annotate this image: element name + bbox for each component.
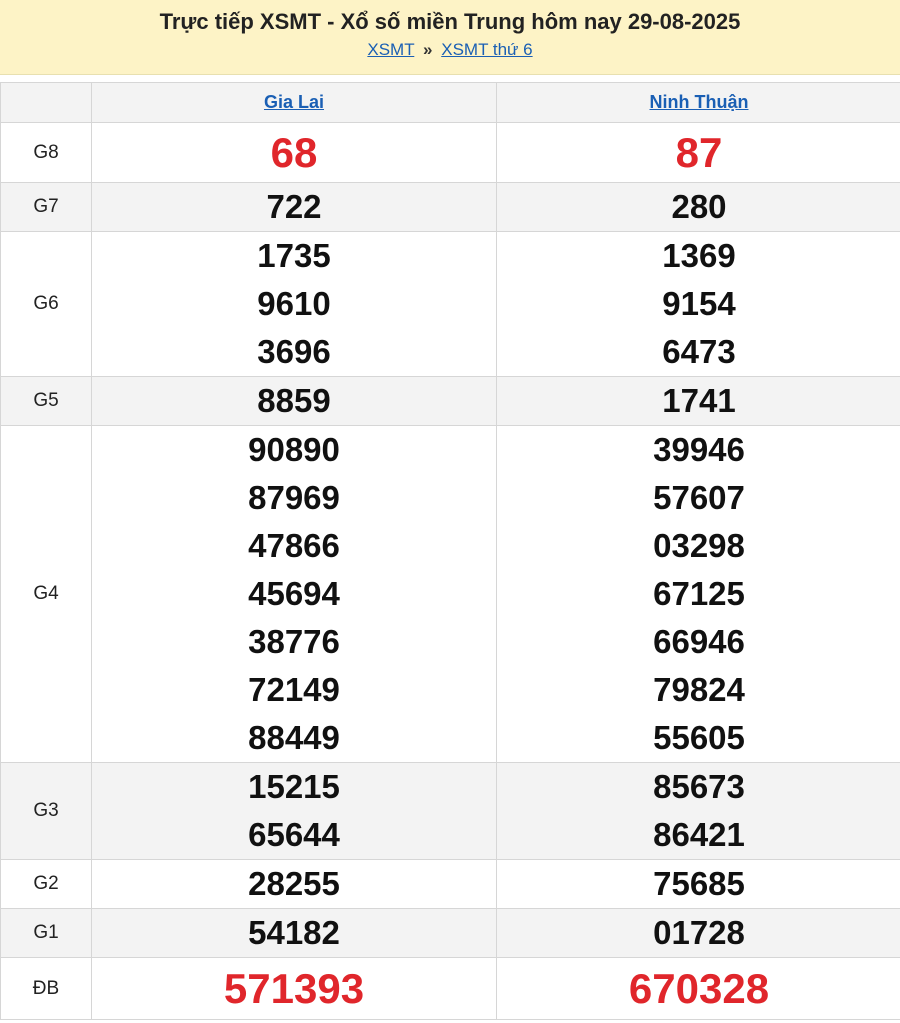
result-number: 45694 — [248, 575, 340, 612]
prize-row-g1: G1 54182 01728 — [0, 908, 900, 958]
result-number: 87 — [675, 128, 723, 176]
result-cell: 68 — [91, 122, 497, 183]
province-link-ninh-thuan[interactable]: Ninh Thuận — [650, 92, 749, 112]
result-cell: 15215 65644 — [91, 762, 497, 860]
prize-label: G1 — [0, 908, 92, 958]
result-number: 85673 — [653, 768, 745, 805]
result-cell: 01728 — [496, 908, 900, 958]
prize-row-g3: G3 15215 65644 85673 86421 — [0, 762, 900, 860]
prize-column-header — [0, 82, 92, 123]
result-cell: 1741 — [496, 376, 900, 426]
prize-row-special: ĐB 571393 670328 — [0, 957, 900, 1020]
prize-row-g4: G4 90890 87969 47866 45694 38776 72149 8… — [0, 425, 900, 763]
result-cell: 54182 — [91, 908, 497, 958]
prize-row-g2: G2 28255 75685 — [0, 859, 900, 909]
breadcrumb-xsmt-friday-link[interactable]: XSMT thứ 6 — [441, 40, 532, 59]
table-header-row: Gia Lai Ninh Thuận — [0, 82, 900, 123]
result-number: 88449 — [248, 719, 340, 756]
result-number: 57607 — [653, 479, 745, 516]
province-header-gia-lai: Gia Lai — [91, 82, 497, 123]
result-cell: 39946 57607 03298 67125 66946 79824 5560… — [496, 425, 900, 763]
result-number: 8859 — [257, 382, 331, 419]
province-header-ninh-thuan: Ninh Thuận — [496, 82, 900, 123]
result-cell: 75685 — [496, 859, 900, 909]
result-number: 47866 — [248, 527, 340, 564]
prize-label: G7 — [0, 182, 92, 232]
prize-row-g8: G8 68 87 — [0, 122, 900, 183]
result-number: 38776 — [248, 623, 340, 660]
prize-label: G8 — [0, 122, 92, 183]
province-link-gia-lai[interactable]: Gia Lai — [264, 92, 324, 112]
special-prize-number: 670328 — [628, 964, 770, 1012]
result-number: 79824 — [653, 671, 745, 708]
result-cell: 87 — [496, 122, 900, 183]
result-cell: 90890 87969 47866 45694 38776 72149 8844… — [91, 425, 497, 763]
result-cell: 670328 — [496, 957, 900, 1020]
result-number: 87969 — [248, 479, 340, 516]
result-number: 39946 — [653, 431, 745, 468]
result-number: 86421 — [653, 816, 745, 853]
result-number: 66946 — [653, 623, 745, 660]
result-number: 722 — [266, 188, 322, 225]
prize-row-g7: G7 722 280 — [0, 182, 900, 232]
prize-label: G5 — [0, 376, 92, 426]
prize-label: G2 — [0, 859, 92, 909]
result-number: 6473 — [662, 333, 736, 370]
results-table: Gia Lai Ninh Thuận G8 68 87 G7 722 280 G… — [0, 82, 900, 1020]
result-number: 15215 — [248, 768, 340, 805]
result-number: 67125 — [653, 575, 745, 612]
result-number: 280 — [671, 188, 727, 225]
result-number: 1369 — [662, 237, 736, 274]
result-number: 28255 — [248, 865, 340, 902]
result-number: 03298 — [653, 527, 745, 564]
result-number: 65644 — [248, 816, 340, 853]
result-cell: 28255 — [91, 859, 497, 909]
result-number: 54182 — [248, 914, 340, 951]
result-number: 55605 — [653, 719, 745, 756]
result-number: 68 — [270, 128, 318, 176]
prize-label: G4 — [0, 425, 92, 763]
prize-label: ĐB — [0, 957, 92, 1020]
result-number: 90890 — [248, 431, 340, 468]
breadcrumb: XSMT » XSMT thứ 6 — [0, 38, 900, 62]
breadcrumb-separator: » — [423, 40, 433, 59]
result-cell: 1735 9610 3696 — [91, 231, 497, 377]
page-title: Trực tiếp XSMT - Xổ số miền Trung hôm na… — [159, 9, 741, 34]
page-header: Trực tiếp XSMT - Xổ số miền Trung hôm na… — [0, 0, 900, 75]
breadcrumb-xsmt-link[interactable]: XSMT — [367, 40, 414, 59]
result-number: 3696 — [257, 333, 331, 370]
result-cell: 8859 — [91, 376, 497, 426]
result-cell: 1369 9154 6473 — [496, 231, 900, 377]
prize-row-g5: G5 8859 1741 — [0, 376, 900, 426]
result-cell: 85673 86421 — [496, 762, 900, 860]
prize-label: G3 — [0, 762, 92, 860]
special-prize-number: 571393 — [223, 964, 365, 1012]
result-number: 01728 — [653, 914, 745, 951]
result-number: 9154 — [662, 285, 736, 322]
result-cell: 722 — [91, 182, 497, 232]
prize-label: G6 — [0, 231, 92, 377]
result-cell: 280 — [496, 182, 900, 232]
prize-row-g6: G6 1735 9610 3696 1369 9154 6473 — [0, 231, 900, 377]
result-cell: 571393 — [91, 957, 497, 1020]
result-number: 1735 — [257, 237, 331, 274]
result-number: 75685 — [653, 865, 745, 902]
result-number: 72149 — [248, 671, 340, 708]
result-number: 1741 — [662, 382, 736, 419]
result-number: 9610 — [257, 285, 331, 322]
